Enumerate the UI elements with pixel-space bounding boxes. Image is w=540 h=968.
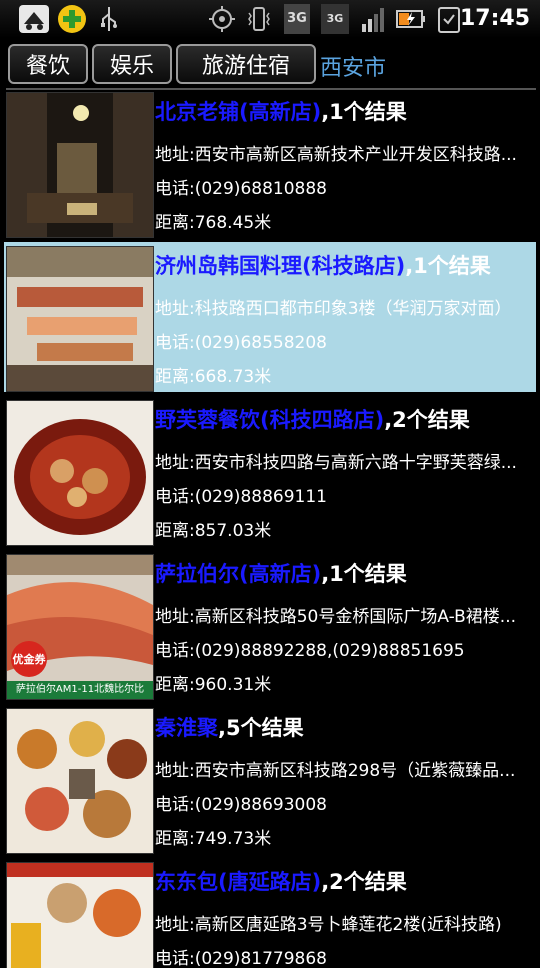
restaurant-photo [6,246,154,392]
restaurant-photo [6,708,154,854]
tab-entertainment[interactable]: 娱乐 [92,44,172,84]
usb-icon [101,7,117,31]
restaurant-photo [6,92,154,238]
tab-dining[interactable]: 餐饮 [8,44,88,84]
phone[interactable]: 电话:(029)81779868 [155,944,535,968]
phone[interactable]: 电话:(029)88892288,(029)88851695 [155,636,535,661]
list-item[interactable]: 优金券 萨拉伯尔AM1-11北魏比尔比 萨拉伯尔(高新店),1个结果 地址:高新… [4,550,536,700]
gps-icon [209,6,235,32]
restaurant-photo: 优金券 萨拉伯尔AM1-11北魏比尔比 [6,554,154,700]
result-title[interactable]: 萨拉伯尔(高新店),1个结果 [155,558,535,588]
result-count: ,2个结果 [384,408,470,432]
app-icon [19,5,49,33]
phone[interactable]: 电话:(029)68558208 [155,328,535,353]
tab-travel-lodging[interactable]: 旅游住宿 [176,44,316,84]
list-item-selected[interactable]: 济州岛韩国料理(科技路店),1个结果 地址:科技路西口都市印象3楼（华润万家对面… [4,242,536,392]
signal-icon [362,8,384,32]
address: 地址:高新区科技路50号金桥国际广场A-B裙楼... [155,607,517,627]
plus-icon [58,5,86,33]
address: 地址:西安市科技四路与高新六路十字野芙蓉绿... [155,453,517,473]
result-title[interactable]: 东东包(唐延路店),2个结果 [155,866,535,896]
address: 地址:高新区唐延路3号卜蜂莲花2楼(近科技路) [155,915,502,935]
phone[interactable]: 电话:(029)88869111 [155,482,535,507]
restaurant-name[interactable]: 萨拉伯尔(高新店) [155,562,321,586]
result-title[interactable]: 济州岛韩国料理(科技路店),1个结果 [155,250,535,280]
result-count: ,1个结果 [321,562,407,586]
3g-icon: 3G [284,4,310,34]
list-item[interactable]: 北京老铺(高新店),1个结果 地址:西安市高新区高新技术产业开发区科技路... … [4,88,536,238]
city-label[interactable]: 西安市 [320,50,386,82]
list-item[interactable]: 东东包(唐延路店),2个结果 地址:高新区唐延路3号卜蜂莲花2楼(近科技路) 电… [4,858,536,968]
result-count: ,2个结果 [321,870,407,894]
carrier-icon: 3G IX [321,4,349,55]
distance: 距离:960.31米 [155,675,272,695]
category-tab-bar: 餐饮 娱乐 旅游住宿 西安市 [0,40,540,90]
distance: 距离:857.03米 [155,521,272,541]
restaurant-photo [6,862,154,968]
distance: 距离:768.45米 [155,213,272,233]
restaurant-name[interactable]: 野芙蓉餐饮(科技四路店) [155,408,384,432]
distance: 距离:749.73米 [155,829,272,849]
restaurant-name[interactable]: 济州岛韩国料理(科技路店) [155,254,405,278]
clipboard-icon [438,7,460,33]
phone[interactable]: 电话:(029)88693008 [155,790,535,815]
result-title[interactable]: 秦淮聚,5个结果 [155,712,535,742]
address: 地址:科技路西口都市印象3楼（华润万家对面） [155,299,512,319]
restaurant-name[interactable]: 秦淮聚 [155,716,218,740]
coupon-badge: 优金券 [11,641,47,677]
result-count: ,1个结果 [405,254,491,278]
result-title[interactable]: 北京老铺(高新店),1个结果 [155,96,535,126]
distance: 距离:668.73米 [155,367,272,387]
vibrate-icon [248,7,270,31]
battery-charging-icon [396,10,425,28]
status-bar: 3G 3G IX 17:45 [0,0,540,55]
address: 地址:西安市高新区科技路298号（近紫薇臻品... [155,761,516,781]
restaurant-name[interactable]: 东东包(唐延路店) [155,870,321,894]
restaurant-photo [6,400,154,546]
result-count: ,5个结果 [218,716,304,740]
address: 地址:西安市高新区高新技术产业开发区科技路... [155,145,517,165]
list-item[interactable]: 秦淮聚,5个结果 地址:西安市高新区科技路298号（近紫薇臻品... 电话:(0… [4,704,536,854]
result-title[interactable]: 野芙蓉餐饮(科技四路店),2个结果 [155,404,535,434]
clock: 17:45 [459,6,530,31]
list-item[interactable]: 野芙蓉餐饮(科技四路店),2个结果 地址:西安市科技四路与高新六路十字野芙蓉绿.… [4,396,536,546]
phone[interactable]: 电话:(029)68810888 [155,174,535,199]
result-count: ,1个结果 [321,100,407,124]
promo-banner: 萨拉伯尔AM1-11北魏比尔比 [7,681,153,699]
restaurant-name[interactable]: 北京老铺(高新店) [155,100,321,124]
